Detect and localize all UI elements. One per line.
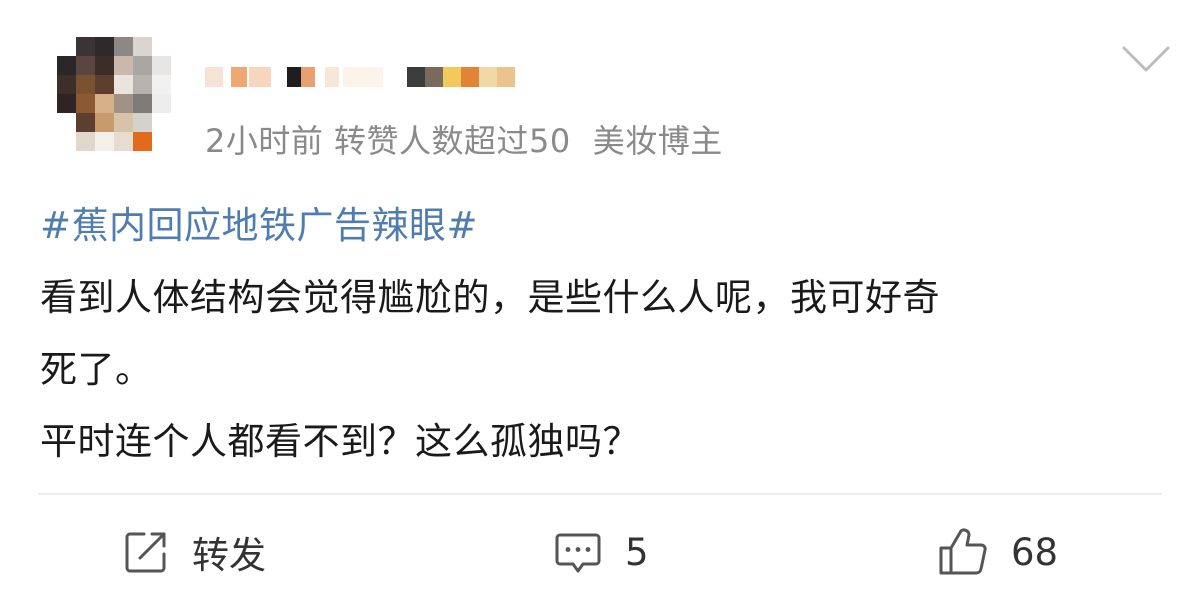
reposts-note: 转赞人数超过50 [334,122,571,160]
thumbs-up-icon [937,526,989,578]
weibo-post: 2小时前 转赞人数超过50 美妆博主 #蕉内回应地铁广告辣眼# 看到人体结构会觉得… [0,0,1200,607]
content-line: 平时连个人都看不到？这么孤独吗？ [40,420,640,463]
comment-button[interactable]: 5 [553,520,649,584]
like-button[interactable]: 68 [937,520,1058,584]
post-time: 2小时前 [205,122,324,160]
content-line: 死了。 [40,348,153,391]
post-content: #蕉内回应地铁广告辣眼# 看到人体结构会觉得尴尬的，是些什么人呢，我可好奇 死了… [40,190,1160,478]
chevron-down-icon[interactable] [1118,38,1174,78]
action-bar: 转发 5 68 [0,520,1200,584]
author-tag: 美妆博主 [592,122,723,160]
divider [38,493,1162,495]
username-blurred[interactable] [205,57,515,97]
comment-icon [553,527,603,577]
like-count: 68 [1011,530,1059,574]
hashtag-link[interactable]: #蕉内回应地铁广告辣眼# [40,190,1160,262]
post-meta: 2小时前 转赞人数超过50 美妆博主 [205,116,723,162]
repost-label: 转发 [192,534,266,577]
content-line: 看到人体结构会觉得尴尬的，是些什么人呢，我可好奇 [40,276,940,319]
share-edit-icon [122,528,170,576]
repost-button[interactable]: 转发 [122,520,266,584]
avatar[interactable] [57,37,171,151]
comment-count: 5 [625,530,649,574]
